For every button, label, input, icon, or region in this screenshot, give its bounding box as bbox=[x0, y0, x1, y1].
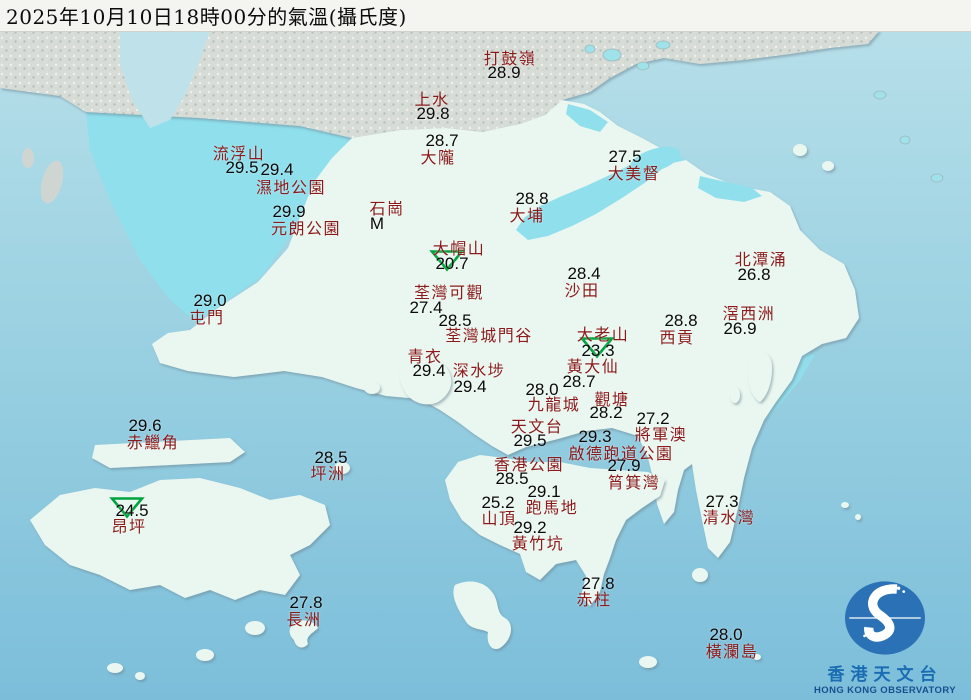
station-temp-value: 29.2 bbox=[513, 518, 546, 538]
station-temp-value: 29.0 bbox=[193, 291, 226, 311]
station-temp-value: 29.5 bbox=[225, 158, 258, 178]
station-temp-value: 27.5 bbox=[608, 147, 641, 167]
station-temp-value: 29.3 bbox=[578, 427, 611, 447]
station-temp-value: 29.4 bbox=[412, 361, 445, 381]
station-temp-value: 28.7 bbox=[425, 131, 458, 151]
station-temp-value: 28.5 bbox=[495, 469, 528, 489]
station-temp-value: 29.6 bbox=[128, 416, 161, 436]
station-temp-value: 27.9 bbox=[607, 456, 640, 476]
station-temp-value: 20.7 bbox=[435, 254, 468, 274]
station-temp-value: 26.8 bbox=[737, 265, 770, 285]
station-temp-value: 27.8 bbox=[581, 574, 614, 594]
station-temp-value: 28.4 bbox=[567, 264, 600, 284]
station-temp-value: 28.9 bbox=[487, 63, 520, 83]
station-temp-value: 25.2 bbox=[481, 493, 514, 513]
station-temp-value: 27.3 bbox=[705, 492, 738, 512]
station-temp-value: M bbox=[370, 214, 384, 234]
station-temp-value: 24.5 bbox=[115, 501, 148, 521]
station-temp-value: 28.2 bbox=[589, 403, 622, 423]
station-temp-value: 28.5 bbox=[314, 448, 347, 468]
hko-logo-english: HONG KONG OBSERVATORY bbox=[801, 685, 969, 696]
station-temp-value: 27.2 bbox=[636, 409, 669, 429]
station-temp-value: 28.0 bbox=[525, 380, 558, 400]
title-bar: 2025年10月10日18時00分的氣溫(攝氏度) bbox=[0, 0, 971, 32]
station-temp-value: 28.5 bbox=[438, 311, 471, 331]
station-temp-value: 28.8 bbox=[515, 189, 548, 209]
station-temp-value: 26.9 bbox=[723, 319, 756, 339]
page-title: 2025年10月10日18時00分的氣溫(攝氏度) bbox=[0, 1, 407, 30]
station-temp-value: 28.0 bbox=[709, 625, 742, 645]
hko-emblem-icon bbox=[842, 578, 928, 658]
station-temp-value: 29.9 bbox=[272, 202, 305, 222]
station-temp-value: 29.1 bbox=[527, 482, 560, 502]
station-temp-value: 29.8 bbox=[416, 104, 449, 124]
station-temp-value: 29.5 bbox=[513, 431, 546, 451]
station-temp-value: 29.4 bbox=[453, 377, 486, 397]
hko-logo: 香港天文台 HONG KONG OBSERVATORY bbox=[801, 578, 969, 696]
station-temp-value: 28.7 bbox=[562, 372, 595, 392]
station-temp-value: 27.8 bbox=[289, 593, 322, 613]
temperature-map: 2025年10月10日18時00分的氣溫(攝氏度) 打鼓嶺28.9上水29.8大… bbox=[0, 0, 971, 700]
station-temp-value: 28.8 bbox=[664, 311, 697, 331]
station-temp-value: 29.4 bbox=[260, 160, 293, 180]
hko-logo-chinese: 香港天文台 bbox=[801, 660, 969, 685]
